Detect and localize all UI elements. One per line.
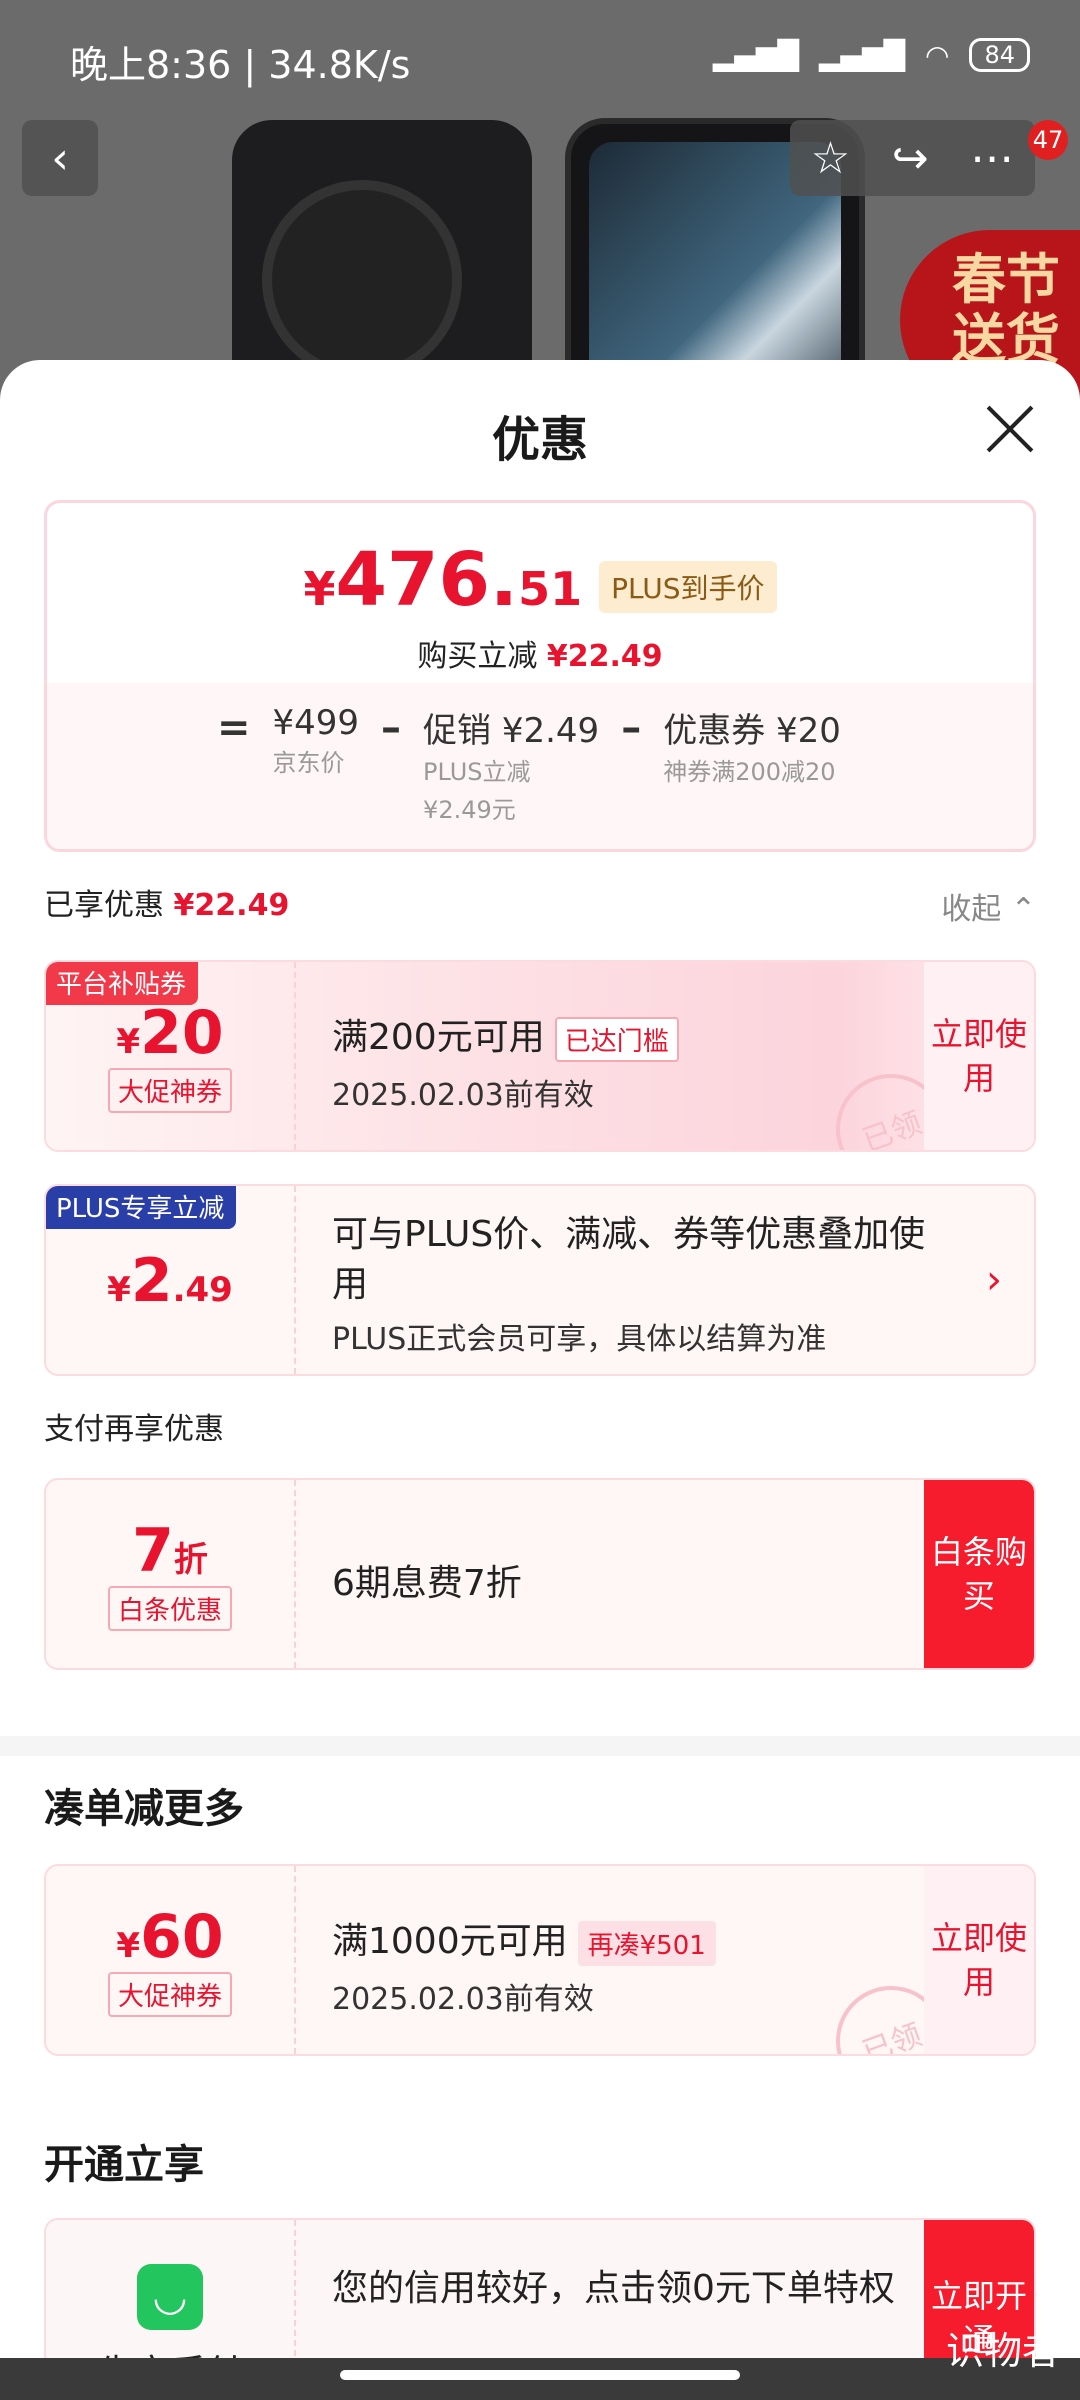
promo-sub-2: ¥2.49元 [423,796,516,824]
shopping-bag-icon: ◡ [137,2264,203,2330]
coupon-amount: ¥60 [46,1902,294,1972]
coupon-chip: 再凑¥501 [577,1920,716,1966]
use-now-button[interactable]: 立即使用 [924,962,1034,1150]
star-icon[interactable]: ☆ [811,133,850,184]
coupon-number: 2 [130,1246,173,1316]
watermark: 识物者 [945,2329,1060,2373]
instant-discount-label: 购买立减 [417,639,538,674]
pay-later-info: 您的信用较好，点击领0元下单特权 [332,2264,914,2314]
coupon-corner-label: 平台补贴券 [46,962,199,1005]
enjoyed-value: ¥22.49 [173,888,290,923]
coupon-tag: 大促神券 [107,1068,232,1113]
pay-discount-unit: 折 [173,1540,208,1580]
plus-price-tag: PLUS到手价 [599,560,777,613]
coupon-title: 可与PLUS价、满减、券等优惠叠加使用 [332,1214,926,1305]
coupon-subtitle: PLUS正式会员可享，具体以结算为准 [332,1322,827,1357]
pay-later-desc: 您的信用较好，点击领0元下单特权 [332,2268,895,2309]
price-dec: 51 [518,562,583,616]
share-icon[interactable]: ↪ [892,133,929,184]
minus-sign: – [621,705,642,751]
coupon-card-plus[interactable]: ¥2.49 PLUS专享立减 可与PLUS价、满减、券等优惠叠加使用 PLUS正… [44,1184,1036,1376]
coupon-title: 满200元可用 已达门槛 [332,1008,914,1062]
coupon-title-text: 满1000元可用 [332,1921,568,1962]
bundle-coupon-card[interactable]: ¥60 大促神券 满1000元可用 再凑¥501 2025.02.03前有效 已领… [44,1864,1036,2056]
bundle-section-title: 凑单减更多 [44,1786,244,1832]
coupon-cell: 优惠券 ¥20 神券满200减20 [663,703,841,828]
home-indicator[interactable] [340,2370,740,2380]
promo-amount: 促销 ¥2.49 [423,711,600,751]
pay-section-title: 支付再享优惠 [44,1412,224,1447]
price-summary: ¥476.51 PLUS到手价 购买立减 ¥22.49 = ¥499 京东价 –… [44,500,1036,852]
jd-price-cell: ¥499 京东价 [273,703,360,828]
jd-price-label: 京东价 [272,749,345,777]
coupon-currency: ¥ [116,1022,141,1062]
collapse-button[interactable]: 收起 ⌃ [941,884,1036,928]
enjoyed-label: 已享优惠 [44,888,164,923]
close-icon[interactable] [984,402,1036,454]
price-currency: ¥ [303,562,336,616]
section-divider [0,1736,1080,1756]
jd-price: ¥499 [272,703,360,743]
coupon-validity: 2025.02.03前有效 [332,1077,594,1113]
coupon-card-platform[interactable]: ¥20 大促神券 平台补贴券 满200元可用 已达门槛 2025.02.03前有效… [44,960,1036,1152]
coupon-info: 满1000元可用 再凑¥501 2025.02.03前有效 [332,1912,914,2018]
pay-discount-info: 6期息费7折 [332,1554,914,1606]
discount-sheet: 优惠 ¥476.51 PLUS到手价 购买立减 ¥22.49 = ¥499 京东… [0,360,1080,2400]
signal-icon: ▂▄▆█ [818,38,906,72]
message-badge: 47 [1028,120,1068,160]
coupon-number: 60 [140,1902,224,1972]
battery-icon: 84 [969,38,1030,72]
coupon-currency: ¥ [116,1926,141,1966]
coupon-corner-label: PLUS专享立减 [46,1186,237,1229]
chevron-right-icon[interactable]: › [954,1186,1034,1374]
use-now-button[interactable]: 立即使用 [924,1866,1034,2054]
equals-sign: = [217,705,251,751]
pay-discount-value: 7折 白条优惠 [46,1480,296,1668]
back-button[interactable]: ‹ [22,120,98,196]
coupon-sub: 神券满200减20 [663,758,836,786]
more-icon[interactable]: ⋯ [970,133,1014,184]
coupon-number: 20 [140,998,224,1068]
coupon-validity: 2025.02.03前有效 [332,1981,594,2017]
coupon-currency: ¥ [107,1270,131,1310]
coupon-tag: 大促神券 [107,1972,232,2017]
header-actions: ☆ ↪ ⋯ [790,120,1035,196]
coupon-amount: ¥20 [46,998,294,1068]
status-time: 晚上8:36 | 34.8K/s [70,43,411,87]
pay-discount-amount: 7折 [46,1516,294,1586]
status-bar: 晚上8:36 | 34.8K/s ▂▄▆█ ▂▄▆█ ◠ 84 [0,0,1080,120]
coupon-title-text: 满200元可用 [332,1017,545,1058]
minus-sign: – [381,705,402,751]
pay-discount-number: 7 [132,1516,174,1586]
instant-discount: 购买立减 ¥22.49 [47,631,1033,675]
coupon-amount: 优惠券 ¥20 [663,711,841,751]
promo-sub-1: PLUS立减 [423,758,531,786]
sheet-title: 优惠 [491,412,588,468]
coupon-title: 满1000元可用 再凑¥501 [332,1912,914,1966]
page: 春节送货 晚上8:36 | 34.8K/s ▂▄▆█ ▂▄▆█ ◠ 84 ‹ ☆… [0,0,1080,2400]
pay-discount-desc: 6期息费7折 [332,1563,522,1604]
coupon-amount: ¥2.49 [46,1246,294,1316]
wifi-icon: ◠ [925,38,950,72]
baitiao-buy-button[interactable]: 白条购买 [924,1480,1034,1668]
price-formula: = ¥499 京东价 – 促销 ¥2.49 PLUS立减 ¥2.49元 – 优惠… [217,703,841,828]
promo-cell: 促销 ¥2.49 PLUS立减 ¥2.49元 [423,703,599,828]
pay-discount-card[interactable]: 7折 白条优惠 6期息费7折 白条购买 [44,1478,1036,1670]
coupon-info: 可与PLUS价、满减、券等优惠叠加使用 PLUS正式会员可享，具体以结算为准 [332,1210,944,1358]
open-section-title: 开通立享 [44,2142,204,2188]
back-icon: ‹ [51,132,69,184]
coupon-info: 满200元可用 已达门槛 2025.02.03前有效 [332,1008,914,1114]
coupon-decimal: .49 [172,1270,233,1310]
final-price: ¥476.51 PLUS到手价 [47,537,1033,627]
pay-discount-tag: 白条优惠 [107,1586,232,1631]
coupon-chip: 已达门槛 [554,1016,679,1062]
signal-icon: ▂▄▆█ [712,38,799,72]
coupon-value: ¥60 大促神券 [46,1866,296,2054]
enjoyed-discount: 已享优惠 ¥22.49 [44,880,289,924]
instant-discount-value: ¥22.49 [546,639,663,674]
price-int: 476. [335,537,519,623]
status-icons: ▂▄▆█ ▂▄▆█ ◠ 84 [713,38,1030,72]
promo-banner-text: 春节送货 [952,248,1060,371]
